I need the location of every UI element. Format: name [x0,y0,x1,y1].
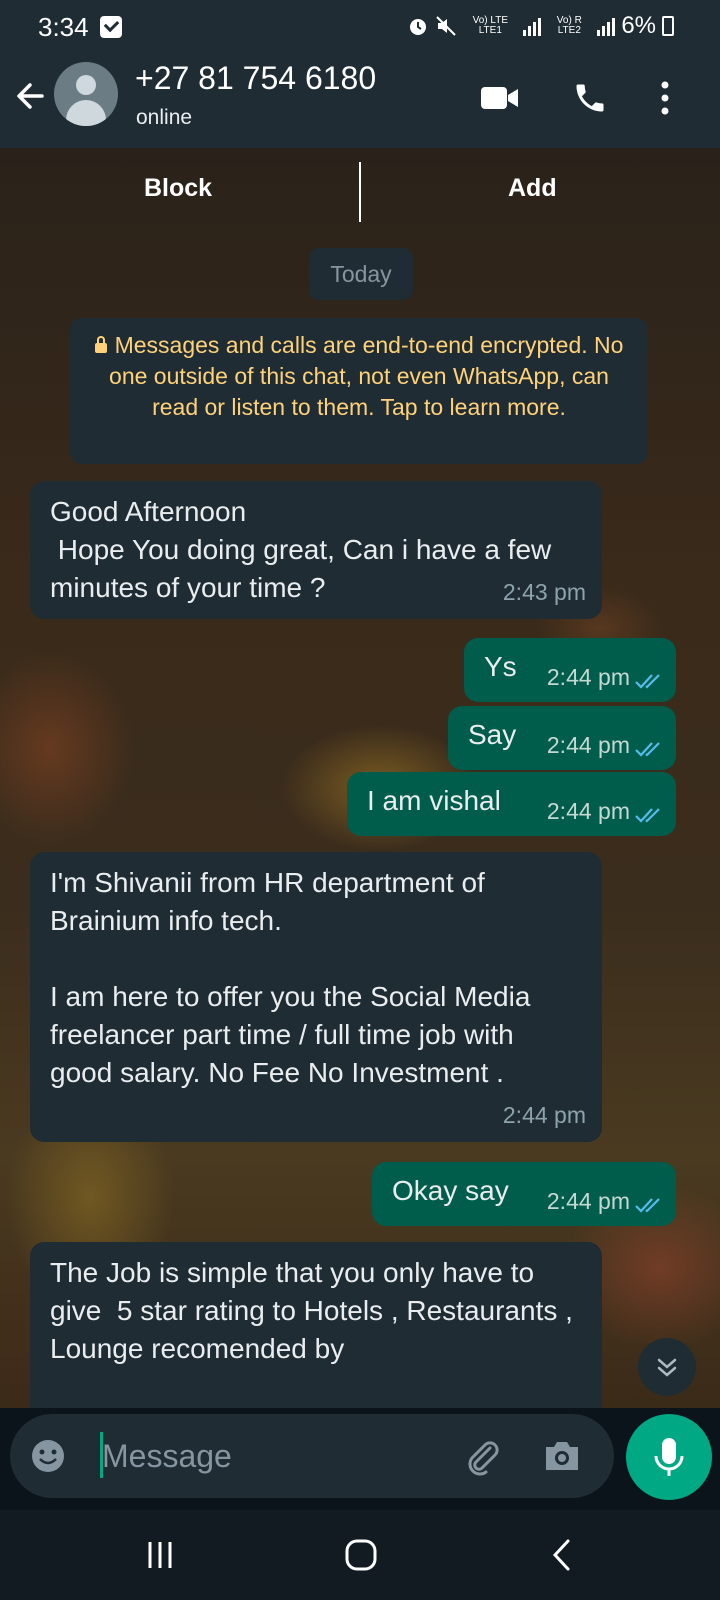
notification-check-icon [100,16,122,38]
unknown-contact-actions: Block Add [0,148,720,238]
emoji-icon[interactable] [30,1438,66,1474]
status-icons: Vo) LTE LTE1 Vo) R LTE2 6% [407,12,674,40]
system-nav-bar [0,1510,720,1600]
contact-status: online [136,106,193,129]
double-chevron-down-icon [657,1358,677,1377]
message-bubble-incoming[interactable]: I'm Shivanii from HR department of Brain… [30,852,602,1142]
home-icon[interactable] [344,1538,378,1572]
recent-apps-icon[interactable] [145,1540,175,1570]
message-bubble-outgoing[interactable]: Okay say 2:44 pm [372,1162,676,1226]
contact-name[interactable]: +27 81 754 6180 [135,60,376,97]
message-bubble-outgoing[interactable]: Say 2:44 pm [448,706,676,770]
date-chip: Today [309,248,413,300]
sim1-label: Vo) LTE LTE1 [472,15,508,36]
message-time: 2:44 pm [546,732,630,758]
message-bubble-outgoing[interactable]: Ys 2:44 pm [464,638,676,702]
message-bubble-incoming[interactable]: Good Afternoon Hope You doing great, Can… [30,481,602,619]
mute-icon [436,16,457,36]
battery-icon [662,16,674,36]
message-time: 2:44 pm [502,1102,586,1128]
encryption-text: Messages and calls are end-to-end encryp… [109,332,624,420]
message-time: 2:44 pm [546,1188,630,1214]
chat-header: +27 81 754 6180 online [0,54,720,148]
back-nav-icon[interactable] [550,1538,574,1572]
message-time: 2:44 pm [546,798,630,824]
message-text: I'm Shivanii from HR department of Brain… [50,867,531,1088]
block-button[interactable]: Block [144,174,212,203]
alarm-icon [410,19,427,35]
signal-1-icon [523,16,542,36]
sim2-label: Vo) R LTE2 [556,15,582,36]
attachment-icon[interactable] [462,1436,502,1476]
read-receipt-icon [635,808,660,823]
status-bar: 3:34 Vo) LTE LTE1 Vo) R LTE2 6% [0,0,720,54]
read-receipt-icon [635,674,660,689]
voice-call-icon[interactable] [572,80,608,116]
scroll-to-bottom-button[interactable] [638,1338,696,1396]
read-receipt-icon [635,1198,660,1213]
battery-level: 6% [621,12,656,39]
message-composer: Message [10,1414,614,1498]
message-text: The Job is simple that you only have to … [50,1257,581,1364]
voice-message-button[interactable] [626,1414,712,1500]
microphone-icon [654,1438,684,1476]
add-contact-button[interactable]: Add [508,174,557,203]
encryption-notice[interactable]: Messages and calls are end-to-end encryp… [70,318,648,464]
read-receipt-icon [635,742,660,757]
chat-area[interactable]: Block Add Today Messages and calls are e… [0,148,720,1408]
video-call-icon[interactable] [480,84,520,112]
camera-icon[interactable] [542,1438,582,1474]
message-bubble-incoming[interactable]: The Job is simple that you only have to … [30,1242,602,1408]
avatar[interactable] [54,62,118,126]
message-time: 2:44 pm [546,664,630,690]
status-time: 3:34 [38,12,89,42]
back-arrow-icon[interactable] [12,76,52,116]
message-time: 2:43 pm [502,579,586,605]
lock-icon [94,336,107,353]
signal-2-icon [597,16,616,36]
divider [359,162,361,222]
more-options-icon[interactable] [658,80,672,116]
message-input[interactable]: Message [102,1438,232,1475]
message-bubble-outgoing[interactable]: I am vishal 2:44 pm [347,772,676,836]
